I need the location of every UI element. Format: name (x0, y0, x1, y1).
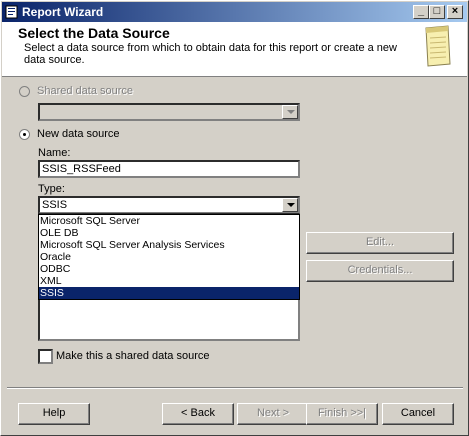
shared-data-source-label: Shared data source (37, 85, 134, 97)
report-wizard-icon (5, 5, 18, 19)
maximize-button[interactable]: □ (429, 5, 445, 19)
name-input-value: SSIS_RSSFeed (42, 163, 121, 175)
wizard-notepad-icon (425, 25, 451, 67)
shared-data-source-dropdown-button[interactable] (282, 105, 298, 119)
type-option[interactable]: XML (39, 275, 299, 287)
window-title: Report Wizard (22, 5, 104, 19)
radio-selected-dot (23, 133, 26, 136)
type-option[interactable]: OLE DB (39, 227, 299, 239)
type-option[interactable]: Microsoft SQL Server Analysis Services (39, 239, 299, 251)
title-bar[interactable]: Report Wizard _ □ × (2, 2, 467, 22)
minimize-button[interactable]: _ (413, 5, 429, 19)
make-shared-label: Make this a shared data source (56, 350, 210, 362)
page-title: Select the Data Source (18, 25, 170, 41)
footer-divider (7, 387, 463, 389)
type-option-selected[interactable]: SSIS (39, 287, 299, 299)
finish-button[interactable]: Finish >>| (306, 403, 378, 425)
credentials-button[interactable]: Credentials... (306, 260, 454, 282)
new-data-source-radio[interactable] (19, 129, 30, 140)
type-combo-value: SSIS (42, 199, 68, 211)
page-description: Select a data source from which to obtai… (24, 42, 397, 66)
shared-data-source-radio[interactable] (19, 86, 30, 97)
maximize-icon: □ (433, 5, 441, 17)
name-label: Name: (38, 147, 71, 159)
close-button[interactable]: × (447, 5, 463, 19)
chevron-down-icon (287, 110, 295, 114)
chevron-down-icon (287, 203, 295, 207)
name-input[interactable]: SSIS_RSSFeed (38, 160, 300, 178)
make-shared-checkbox[interactable] (38, 349, 53, 364)
type-option[interactable]: Oracle (39, 251, 299, 263)
type-option[interactable]: Microsoft SQL Server (39, 215, 299, 227)
back-button[interactable]: < Back (162, 403, 234, 425)
help-button[interactable]: Help (18, 403, 90, 425)
next-button[interactable]: Next > (237, 403, 309, 425)
wizard-header: Select the Data Source Select a data sou… (2, 22, 467, 77)
type-dropdown-button[interactable] (282, 198, 298, 212)
cancel-button[interactable]: Cancel (382, 403, 454, 425)
type-combo[interactable]: SSIS (38, 196, 300, 214)
type-option[interactable]: ODBC (39, 263, 299, 275)
minimize-icon: _ (417, 5, 425, 17)
edit-button[interactable]: Edit... (306, 232, 454, 254)
report-wizard-window: Report Wizard _ □ × Select the Data Sour… (0, 0, 469, 436)
new-data-source-label: New data source (37, 128, 120, 140)
type-dropdown-list[interactable]: Microsoft SQL Server OLE DB Microsoft SQ… (38, 214, 300, 300)
close-icon: × (451, 5, 459, 17)
shared-data-source-combo[interactable] (38, 103, 300, 121)
type-label: Type: (38, 183, 65, 195)
